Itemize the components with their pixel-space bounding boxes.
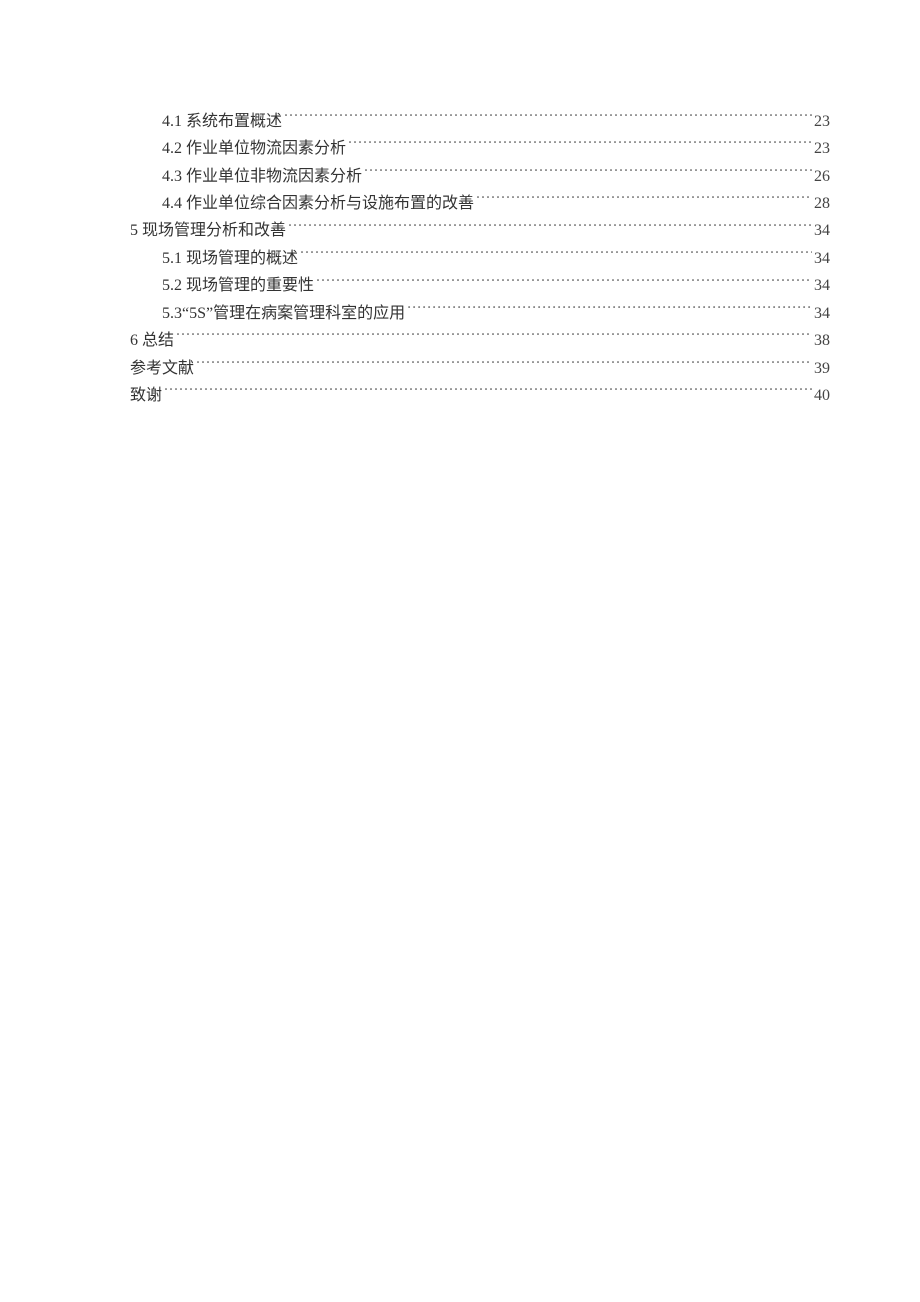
toc-entry-page: 23: [814, 109, 830, 136]
toc-leader-dots: [476, 190, 812, 208]
toc-entry[interactable]: 5.3“5S”管理在病案管理科室的应用 34: [130, 300, 830, 327]
toc-entry-page: 34: [814, 301, 830, 328]
toc-entry-label: 5.2 现场管理的重要性: [162, 273, 314, 300]
toc-leader-dots: [176, 328, 812, 346]
toc-entry[interactable]: 参考文献 39: [130, 355, 830, 382]
toc-entry-page: 40: [814, 383, 830, 410]
toc-leader-dots: [300, 245, 812, 263]
toc-entry-page: 38: [814, 328, 830, 355]
toc-leader-dots: [407, 300, 812, 318]
table-of-contents: 4.1 系统布置概述234.2 作业单位物流因素分析234.3 作业单位非物流因…: [130, 108, 830, 410]
toc-entry-label: 5.1 现场管理的概述: [162, 246, 298, 273]
toc-entry-label: 4.3 作业单位非物流因素分析: [162, 164, 362, 191]
toc-leader-dots: [164, 383, 812, 401]
toc-leader-dots: [284, 108, 812, 126]
toc-entry[interactable]: 4.4 作业单位综合因素分析与设施布置的改善 28: [130, 190, 830, 217]
toc-entry-label: 4.1 系统布置概述: [162, 109, 282, 136]
toc-entry-page: 23: [814, 136, 830, 163]
toc-entry-page: 34: [814, 218, 830, 245]
toc-entry[interactable]: 5.2 现场管理的重要性 34: [130, 273, 830, 300]
toc-entry-page: 26: [814, 164, 830, 191]
toc-entry[interactable]: 5 现场管理分析和改善 34: [130, 218, 830, 245]
toc-entry-page: 28: [814, 191, 830, 218]
toc-entry-label: 6 总结: [130, 328, 174, 355]
toc-entry[interactable]: 4.2 作业单位物流因素分析 23: [130, 135, 830, 162]
toc-entry-page: 34: [814, 246, 830, 273]
toc-entry[interactable]: 致谢 40: [130, 383, 830, 410]
toc-entry[interactable]: 6 总结 38: [130, 328, 830, 355]
toc-leader-dots: [288, 218, 812, 236]
toc-entry-label: 4.2 作业单位物流因素分析: [162, 136, 346, 163]
toc-leader-dots: [196, 355, 812, 373]
toc-leader-dots: [348, 135, 812, 153]
toc-entry-label: 5.3“5S”管理在病案管理科室的应用: [162, 301, 405, 328]
toc-entry[interactable]: 4.3 作业单位非物流因素分析 26: [130, 163, 830, 190]
toc-entry-label: 5 现场管理分析和改善: [130, 218, 286, 245]
toc-entry-label: 致谢: [130, 383, 162, 410]
toc-entry[interactable]: 4.1 系统布置概述 23: [130, 108, 830, 135]
toc-leader-dots: [316, 273, 812, 291]
toc-entry-label: 参考文献: [130, 356, 194, 383]
toc-entry-label: 4.4 作业单位综合因素分析与设施布置的改善: [162, 191, 474, 218]
toc-leader-dots: [364, 163, 812, 181]
toc-entry-page: 34: [814, 273, 830, 300]
toc-entry[interactable]: 5.1 现场管理的概述 34: [130, 245, 830, 272]
toc-entry-page: 39: [814, 356, 830, 383]
